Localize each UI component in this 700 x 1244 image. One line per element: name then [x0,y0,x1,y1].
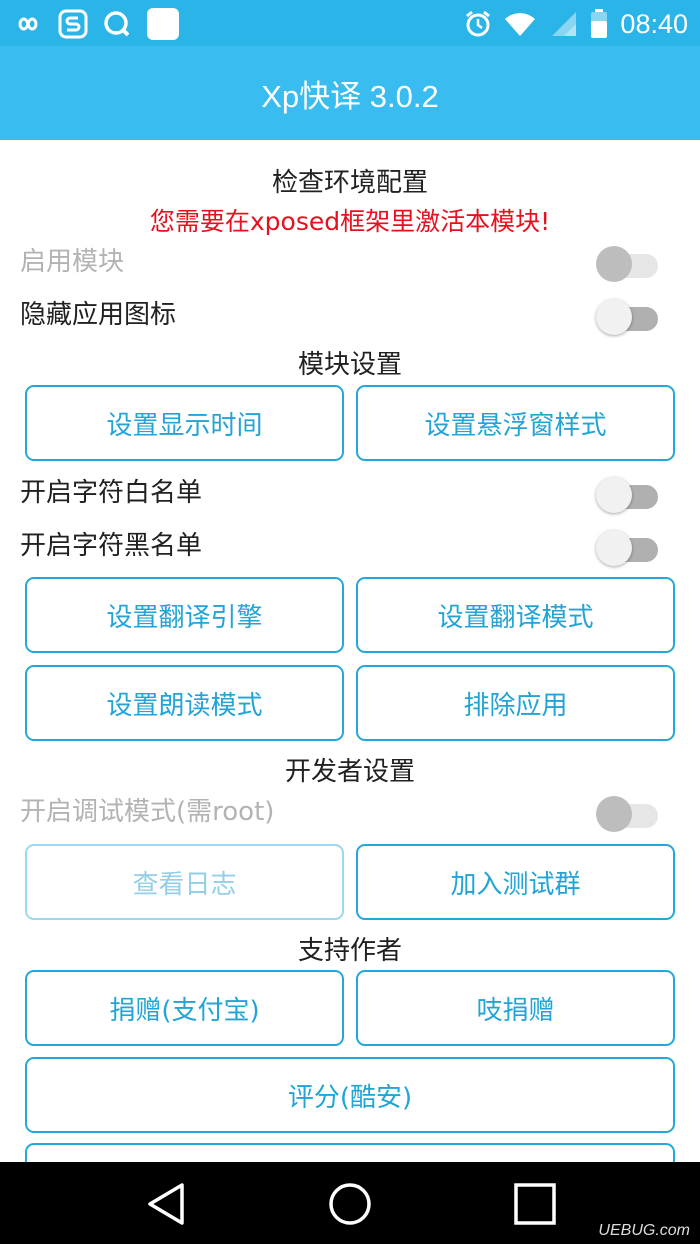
whitelist-switch[interactable] [596,477,658,513]
system-status-icons: 08:40 [464,6,688,42]
section-title-env: 检查环境配置 [271,168,428,198]
switch-thumb [596,530,632,566]
switch-thumb [596,477,632,513]
rate-coolapk-button[interactable]: 评分(酷安) [25,1057,675,1133]
toggle-row-whitelist[interactable]: 开启字符白名单 [0,467,700,519]
set-translate-mode-button[interactable]: 设置翻译模式 [356,577,675,653]
alarm-icon [464,10,492,38]
status-bar: 08:40 [0,0,700,46]
toggle-label: 开启调试模式(需root) [20,797,275,827]
switch-thumb [596,299,632,335]
set-float-style-button[interactable]: 设置悬浮窗样式 [356,385,675,461]
debug-mode-switch[interactable] [596,796,658,832]
infinity-icon [12,14,44,34]
notification-icons [12,6,180,42]
donate-alipay-button[interactable]: 捐赠(支付宝) [25,970,344,1046]
wifi-icon [504,11,536,37]
toggle-label: 隐藏应用图标 [20,300,177,330]
hide-icon-switch[interactable] [596,299,658,335]
join-test-group-button[interactable]: 加入测试群 [356,844,675,920]
set-engine-button[interactable]: 设置翻译引擎 [25,577,344,653]
donate-wechat-button[interactable]: 吱捐赠 [356,970,675,1046]
switch-thumb [596,796,632,832]
settings-content[interactable]: 检查环境配置 您需要在xposed框架里激活本模块! 启用模块 隐藏应用图标 模… [0,140,700,1162]
section-title-developer: 开发者设置 [284,757,415,787]
toggle-row-debug-mode[interactable]: 开启调试模式(需root) [0,786,700,838]
section-title-module: 模块设置 [297,350,402,380]
view-log-button[interactable]: 查看日志 [25,844,344,920]
toggle-row-enable-module[interactable]: 启用模块 [0,236,700,288]
battery-icon [590,9,608,39]
partially-visible-button[interactable] [25,1143,675,1162]
toggle-row-blacklist[interactable]: 开启字符黑名单 [0,520,700,572]
app-bar: Xp快译 3.0.2 [0,46,700,140]
watermark: UEBUG.com [598,1222,690,1239]
navigation-bar: UEBUG.com [0,1162,700,1244]
signal-icon [548,10,578,38]
set-display-time-button[interactable]: 设置显示时间 [25,385,344,461]
recents-icon[interactable] [511,1180,559,1228]
toggle-label: 开启字符白名单 [20,478,203,508]
home-icon[interactable] [326,1180,374,1228]
sogou-s-icon [58,9,88,39]
app-title: Xp快译 3.0.2 [261,78,439,114]
white-square-icon [146,7,180,41]
exclude-apps-button[interactable]: 排除应用 [356,665,675,741]
clock: 08:40 [620,8,688,39]
toggle-label: 启用模块 [20,247,125,277]
toggle-row-hide-icon[interactable]: 隐藏应用图标 [0,289,700,341]
switch-thumb [596,246,632,282]
back-icon[interactable] [142,1180,190,1228]
blacklist-switch[interactable] [596,530,658,566]
toggle-label: 开启字符黑名单 [20,531,203,561]
q-search-icon [102,9,132,39]
set-read-mode-button[interactable]: 设置朗读模式 [25,665,344,741]
section-title-support: 支持作者 [297,936,402,966]
activation-warning: 您需要在xposed框架里激活本模块! [149,207,551,236]
enable-module-switch[interactable] [596,246,658,282]
